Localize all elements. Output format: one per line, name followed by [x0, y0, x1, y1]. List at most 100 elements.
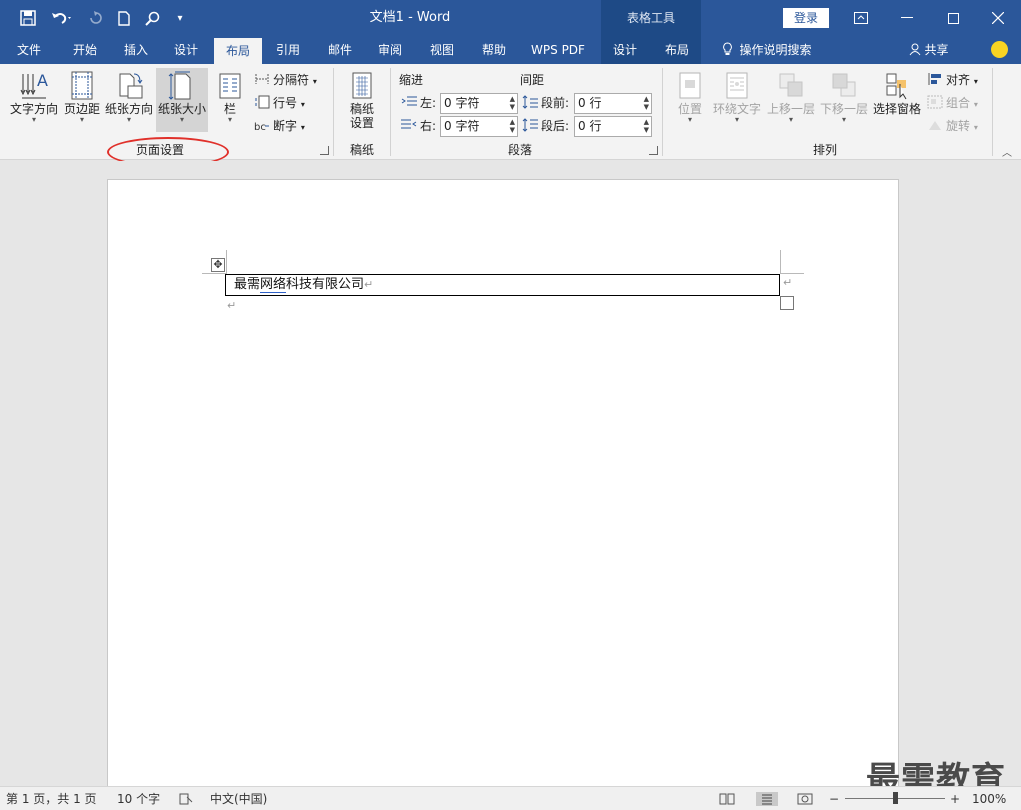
person-icon [910, 43, 921, 56]
zoom-in-button[interactable]: + [950, 787, 960, 810]
hyphenation-icon: bc [254, 122, 269, 132]
wrap-text-button[interactable]: 环绕文字 ▾ [711, 68, 763, 132]
tab-help[interactable]: 帮助 [472, 36, 516, 64]
tab-table-layout[interactable]: 布局 [656, 36, 698, 64]
word-count[interactable]: 10 个字 [117, 787, 160, 810]
indent-left-label: 左: [401, 93, 436, 113]
align-label: 对齐 [946, 73, 971, 87]
manuscript-settings-button[interactable]: 稿纸 设置 [340, 68, 384, 132]
table: 最需网络科技有限公司↵ [225, 274, 780, 296]
zoom-level[interactable]: 100% [972, 787, 1006, 810]
selection-pane-label: 选择窗格 [872, 102, 921, 116]
spacing-before-label: 段前: [522, 93, 569, 113]
group-icon [927, 95, 943, 109]
position-label: 位置 [677, 102, 702, 116]
paragraph-mark: ↵ [227, 299, 237, 312]
tell-me-label: 操作说明搜索 [739, 43, 812, 57]
group-button[interactable]: 组合 ▾ [927, 93, 978, 113]
text-direction-label: 文字方向 [9, 102, 58, 116]
save-icon[interactable] [14, 0, 42, 36]
zoom-slider-thumb[interactable] [893, 792, 898, 804]
cell-end-mark: ↵ [364, 278, 374, 291]
position-button[interactable]: 位置 ▾ [672, 68, 708, 132]
minimize-icon[interactable] [884, 0, 930, 36]
spacing-after-field[interactable]: 0 行 ▲ ▼ [574, 116, 652, 137]
share-button[interactable]: 共享 [904, 36, 954, 64]
new-document-icon[interactable] [110, 0, 138, 36]
bring-forward-button[interactable]: 上移一层 ▾ [765, 68, 817, 132]
proofing-icon[interactable] [178, 787, 194, 810]
tab-wps-pdf[interactable]: WPS PDF [524, 36, 592, 64]
indent-right-label: 右: [401, 116, 436, 136]
spacing-after-spinner[interactable]: ▲ ▼ [644, 118, 649, 134]
tab-layout[interactable]: 布局 [214, 38, 262, 64]
paragraph-group-label: 段落 [507, 143, 532, 157]
page-info[interactable]: 第 1 页，共 1 页 [6, 787, 97, 810]
undo-icon[interactable] [44, 0, 80, 36]
find-icon[interactable] [138, 0, 166, 36]
orientation-button[interactable]: 纸张方向 ▾ [103, 68, 155, 132]
margins-button[interactable]: 页边距 ▾ [62, 68, 102, 132]
redo-icon[interactable] [82, 0, 110, 36]
tab-home[interactable]: 开始 [62, 36, 108, 64]
hyphenation-button[interactable]: bc 断字 ▾ [254, 116, 305, 136]
login-button[interactable]: 登录 [783, 8, 829, 28]
spacing-header: 间距 [520, 73, 545, 87]
columns-button[interactable]: 栏 ▾ [213, 68, 247, 132]
tell-me-search[interactable]: 操作说明搜索 [712, 36, 822, 64]
maximize-icon[interactable] [930, 0, 976, 36]
svg-text:bc: bc [254, 122, 266, 132]
tab-insert[interactable]: 插入 [114, 36, 158, 64]
table-cell[interactable]: 最需网络科技有限公司↵ [234, 277, 373, 293]
tab-view[interactable]: 视图 [420, 36, 464, 64]
selection-pane-icon [886, 73, 907, 100]
table-move-handle-icon[interactable]: ✥ [211, 258, 225, 272]
indent-right-field[interactable]: 0 字符 ▲ ▼ [440, 116, 518, 137]
smiley-feedback-icon[interactable] [991, 41, 1008, 58]
paragraph-launcher-icon[interactable] [649, 146, 658, 155]
customize-toolbar-icon[interactable]: ▾ [166, 0, 194, 36]
align-button[interactable]: 对齐 ▾ [927, 70, 978, 90]
arrange-group-label: 排列 [812, 143, 837, 157]
ribbon-display-options-icon[interactable] [838, 0, 884, 36]
indent-right-icon [401, 119, 417, 129]
close-icon[interactable] [975, 0, 1021, 36]
tab-file[interactable]: 文件 [8, 36, 50, 64]
tab-review[interactable]: 审阅 [368, 36, 412, 64]
svg-text:A: A [37, 71, 48, 90]
document-page[interactable]: ✥ 最需网络科技有限公司↵ ↵ ↵ [107, 179, 899, 789]
tab-references[interactable]: 引用 [266, 36, 310, 64]
cell-text-part3: 科技有限公司 [286, 277, 365, 292]
lightbulb-icon [723, 42, 733, 55]
hyphenation-label: 断字 [273, 119, 298, 133]
rotate-button[interactable]: 旋转 ▾ [927, 116, 978, 136]
selection-pane-button[interactable]: 选择窗格 [871, 68, 923, 132]
read-mode-icon[interactable] [718, 792, 736, 806]
wrap-text-label: 环绕文字 [712, 102, 761, 116]
zoom-out-button[interactable]: − [829, 787, 839, 810]
tab-mailings[interactable]: 邮件 [318, 36, 362, 64]
margins-icon [71, 71, 93, 100]
page-setup-launcher-icon[interactable] [320, 146, 329, 155]
indent-right-spinner[interactable]: ▲ ▼ [510, 118, 515, 134]
spacing-before-field[interactable]: 0 行 ▲ ▼ [574, 93, 652, 114]
rotate-label: 旋转 [946, 119, 971, 133]
breaks-button[interactable]: 分隔符 ▾ [254, 70, 317, 90]
spacing-before-spinner[interactable]: ▲ ▼ [644, 95, 649, 111]
table-resize-handle[interactable] [780, 296, 794, 310]
tab-table-design[interactable]: 设计 [604, 36, 646, 64]
indent-left-field[interactable]: 0 字符 ▲ ▼ [440, 93, 518, 114]
wrap-text-icon [726, 72, 748, 99]
web-layout-icon[interactable] [796, 792, 814, 806]
line-numbers-button[interactable]: 行号 ▾ [254, 93, 305, 113]
language[interactable]: 中文(中国) [210, 787, 267, 810]
collapse-ribbon-icon[interactable]: ︿ [1002, 144, 1012, 159]
tab-design[interactable]: 设计 [164, 36, 208, 64]
text-direction-button[interactable]: A 文字方向 ▾ [6, 68, 62, 132]
status-bar: 第 1 页，共 1 页 10 个字 中文(中国) − + 100% [0, 786, 1021, 810]
send-backward-button[interactable]: 下移一层 ▾ [818, 68, 870, 132]
print-layout-icon[interactable] [756, 792, 778, 806]
cell-text-part2: 网络 [260, 277, 287, 293]
size-button[interactable]: 纸张大小 ▾ [156, 68, 208, 132]
indent-left-spinner[interactable]: ▲ ▼ [510, 95, 515, 111]
